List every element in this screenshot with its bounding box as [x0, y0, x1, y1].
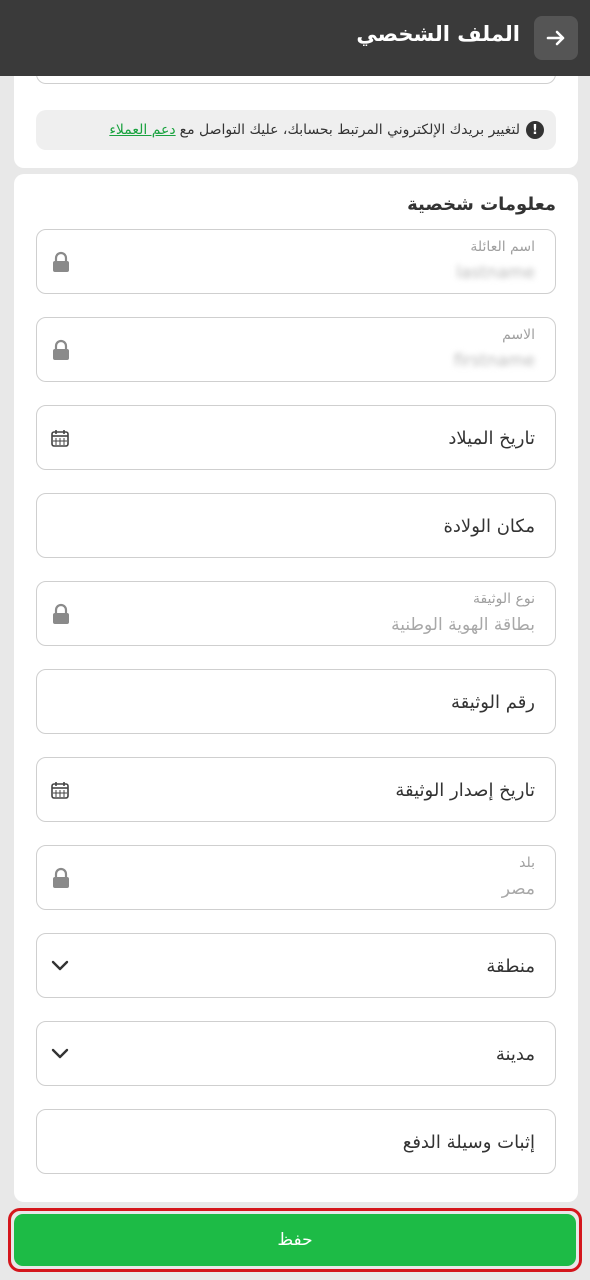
email-change-notice: ! لتغيير بريدك الإلكتروني المرتبط بحسابك… — [36, 110, 556, 150]
section-title: معلومات شخصية — [407, 194, 556, 215]
city-select[interactable]: مدينة — [36, 1021, 556, 1086]
field-placeholder: مكان الولادة — [443, 516, 535, 537]
field-value: firstname — [453, 351, 535, 371]
chevron-down-icon — [51, 1048, 69, 1060]
last-name-field: اسم العائلة lastname — [36, 229, 556, 294]
lock-icon — [51, 603, 71, 625]
field-label: الاسم — [502, 327, 535, 343]
lock-icon — [51, 867, 71, 889]
field-label: اسم العائلة — [470, 239, 535, 255]
field-label: بلد — [519, 855, 535, 871]
field-label: نوع الوثيقة — [472, 591, 535, 607]
field-placeholder: رقم الوثيقة — [451, 692, 535, 713]
payment-proof-field[interactable]: إثبات وسيلة الدفع — [36, 1109, 556, 1174]
field-value: lastname — [456, 263, 535, 283]
notice-text: لتغيير بريدك الإلكتروني المرتبط بحسابك، … — [179, 122, 520, 138]
document-issue-date-field[interactable]: تاريخ إصدار الوثيقة — [36, 757, 556, 822]
personal-info-card: معلومات شخصية اسم العائلة lastname الاسم… — [14, 174, 578, 1202]
save-button[interactable]: حفظ — [14, 1214, 576, 1266]
email-card: ! لتغيير بريدك الإلكتروني المرتبط بحسابك… — [14, 60, 578, 168]
country-field: بلد مصر — [36, 845, 556, 910]
lock-icon — [51, 251, 71, 273]
arrow-right-icon — [546, 30, 565, 46]
page-title: الملف الشخصي — [356, 22, 520, 46]
calendar-icon[interactable] — [51, 781, 69, 799]
chevron-down-icon — [51, 960, 69, 972]
customer-support-link[interactable]: دعم العملاء — [109, 122, 175, 138]
app-header: الملف الشخصي — [0, 0, 590, 76]
save-button-highlight: حفظ — [8, 1208, 582, 1272]
document-type-field: نوع الوثيقة بطاقة الهوية الوطنية — [36, 581, 556, 646]
back-button[interactable] — [534, 16, 578, 60]
info-icon: ! — [526, 121, 544, 139]
field-placeholder: منطقة — [486, 956, 535, 977]
field-placeholder: إثبات وسيلة الدفع — [402, 1132, 535, 1153]
birth-place-field[interactable]: مكان الولادة — [36, 493, 556, 558]
field-value: بطاقة الهوية الوطنية — [391, 615, 535, 635]
field-placeholder: مدينة — [495, 1044, 535, 1065]
region-select[interactable]: منطقة — [36, 933, 556, 998]
field-placeholder: تاريخ الميلاد — [448, 428, 535, 449]
birth-date-field[interactable]: تاريخ الميلاد — [36, 405, 556, 470]
lock-icon — [51, 339, 71, 361]
first-name-field: الاسم firstname — [36, 317, 556, 382]
field-placeholder: تاريخ إصدار الوثيقة — [395, 780, 535, 801]
field-value: مصر — [501, 879, 535, 899]
document-number-field[interactable]: رقم الوثيقة — [36, 669, 556, 734]
calendar-icon[interactable] — [51, 429, 69, 447]
